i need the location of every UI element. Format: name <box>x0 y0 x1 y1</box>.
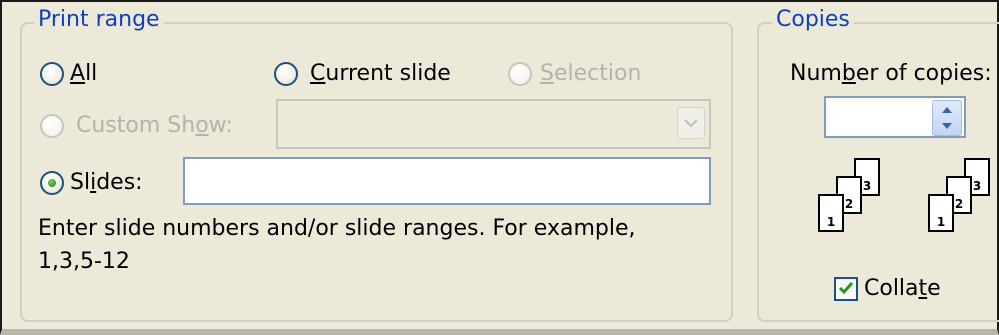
current-slide-label[interactable]: Current slide <box>310 61 451 87</box>
collate-post: e <box>927 276 941 301</box>
slides-input[interactable] <box>183 157 711 205</box>
all-radio[interactable] <box>40 62 64 86</box>
slides-help-line-1: Enter slide numbers and/or slide ranges.… <box>38 216 636 241</box>
collated-page-1: 1 <box>818 194 844 232</box>
collate-label[interactable]: Collate <box>864 276 941 302</box>
all-label-accesskey: A <box>70 61 86 86</box>
selection-label: Selection <box>540 61 641 87</box>
spin-buttons <box>932 100 962 136</box>
arrow-down-icon[interactable] <box>933 118 961 134</box>
print-range-title: Print range <box>34 8 164 32</box>
number-of-copies-accesskey: b <box>841 61 856 86</box>
slides-text-post: des: <box>96 170 143 195</box>
custom-show-text-pre: Custom Sh <box>76 113 196 138</box>
selection-text: election <box>553 61 642 86</box>
number-of-copies-post: er of copies: <box>855 61 992 86</box>
all-label-text: ll <box>85 61 98 86</box>
collate-checkbox[interactable] <box>834 277 858 301</box>
number-of-copies-pre: Num <box>790 61 842 86</box>
slides-label[interactable]: Slides: <box>70 170 143 196</box>
custom-show-text-post: w: <box>208 113 233 138</box>
collated2-page-1: 1 <box>928 194 954 232</box>
all-label[interactable]: All <box>70 61 97 87</box>
current-slide-radio[interactable] <box>274 62 298 86</box>
slides-text-pre: Sl <box>70 170 91 195</box>
current-slide-text: urrent slide <box>325 61 451 86</box>
custom-show-combobox <box>276 99 711 149</box>
collate-pre: Colla <box>864 276 919 301</box>
custom-show-label: Custom Show: <box>76 113 233 139</box>
selection-accesskey: S <box>540 61 554 86</box>
copies-title: Copies <box>772 8 854 32</box>
radio-selected-dot <box>48 179 56 187</box>
collate-accesskey: t <box>918 276 928 301</box>
current-slide-accesskey: C <box>310 61 326 86</box>
slides-radio[interactable] <box>40 171 64 195</box>
slides-help-line-2: 1,3,5-12 <box>38 249 130 274</box>
chevron-down-icon <box>677 107 705 139</box>
arrow-up-icon[interactable] <box>933 102 961 118</box>
selection-radio <box>508 62 532 86</box>
number-of-copies-label: Number of copies: <box>790 61 992 87</box>
custom-show-accesskey: o <box>195 113 209 138</box>
number-of-copies-spinner[interactable] <box>824 96 966 138</box>
custom-show-radio <box>40 114 64 138</box>
checkmark-icon <box>838 282 854 295</box>
